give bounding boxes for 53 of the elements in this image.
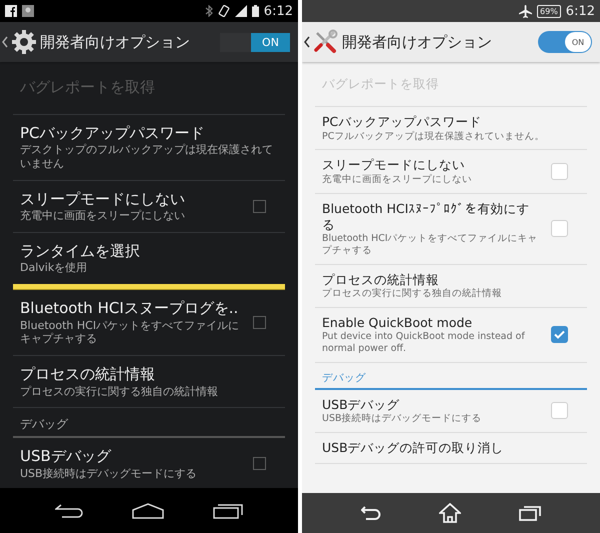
airplane-icon	[519, 4, 532, 18]
clock: 6:12	[566, 4, 595, 18]
setting-summary: Bluetooth HCIパケットをすべてファイルにキャプチャする	[322, 233, 539, 257]
setting-summary: デスクトップのフルバックアップは現在保護されていません	[20, 143, 274, 170]
setting-title[interactable]: Enable QuickBoot mode	[322, 314, 541, 332]
checkbox[interactable]	[253, 457, 266, 470]
clock: 6:12	[264, 4, 293, 18]
category-header: デバッグ	[315, 362, 587, 390]
toggle-switch[interactable]: ON	[220, 32, 290, 52]
setting-summary: 充電中に画面をスリープにしない	[322, 174, 473, 186]
battery-icon	[252, 5, 259, 17]
bluetooth-icon	[204, 5, 213, 17]
checkbox[interactable]	[253, 316, 266, 329]
checkbox[interactable]	[253, 200, 266, 213]
setting-summary: USB接続時はデバッグモードにする	[322, 413, 483, 425]
recent-apps-icon[interactable]	[519, 505, 541, 521]
category-header: デバッグ	[13, 408, 285, 438]
setting-title[interactable]: スリープモードにしない	[322, 157, 541, 174]
battery-level: 69%	[537, 4, 561, 18]
image-icon	[22, 5, 34, 17]
gear-icon	[11, 29, 37, 55]
check-icon	[554, 330, 565, 340]
recent-apps-icon[interactable]	[213, 502, 244, 518]
setting-summary: 充電中に画面をスリープにしない	[20, 209, 186, 223]
setting-title[interactable]: ランタイムを選択	[20, 242, 278, 262]
screen-title: 開発者向けオプション	[342, 32, 492, 52]
setting-title[interactable]: スリープモードにしない	[20, 190, 243, 209]
setting-summary: USB接続時はデバッグモードにする	[20, 466, 198, 480]
setting-title[interactable]: PCバックアップパスワード	[322, 114, 580, 130]
rotation-icon	[218, 5, 230, 17]
facebook-icon	[5, 5, 17, 17]
signal-icon	[234, 5, 247, 17]
tools-icon	[313, 29, 339, 55]
home-icon[interactable]	[132, 502, 164, 518]
back-icon[interactable]	[304, 36, 310, 48]
setting-summary: Dalvikを使用	[20, 261, 88, 275]
setting-title[interactable]: USBデバッグ	[322, 396, 541, 414]
toggle-switch[interactable]: ON	[538, 31, 592, 53]
setting-summary: プロセスの実行に関する独自の統計情報	[322, 288, 503, 300]
setting-title[interactable]: USBデバッグの許可の取り消し	[322, 440, 580, 456]
setting-summary: プロセスの実行に関する独自の統計情報	[20, 384, 219, 398]
setting-title[interactable]: Bluetooth HCIスヌープログを..	[20, 299, 243, 318]
setting-summary: Bluetooth HCIパケットをすべてファイルにキャプチャする	[20, 318, 240, 346]
setting-title[interactable]: PCバックアップパスワード	[20, 124, 278, 143]
back-icon[interactable]	[2, 36, 8, 48]
screen-title: 開発者向けオプション	[40, 32, 190, 52]
setting-title[interactable]: Bluetooth HCIｽﾇｰﾌﾟﾛｸﾞを有効にする	[322, 200, 541, 233]
checkbox[interactable]	[551, 326, 568, 344]
setting-summary: Put device into QuickBoot mode instead of normal power off.	[322, 331, 526, 355]
setting-title[interactable]: プロセスの統計情報	[20, 365, 278, 384]
setting-title[interactable]: USBデバッグ	[20, 447, 243, 467]
setting-summary: PCフルバックアップは現在保護されていません。	[322, 130, 546, 142]
setting-title[interactable]: プロセスの統計情報	[322, 272, 580, 288]
